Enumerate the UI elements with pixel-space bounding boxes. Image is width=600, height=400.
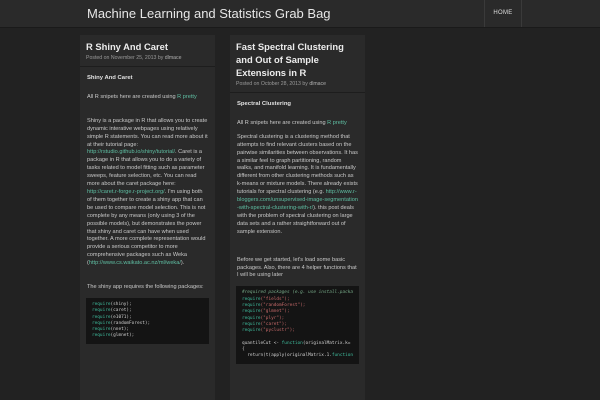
post-body: Shiny And Caret All R snipets here are c… <box>80 67 215 344</box>
top-navbar: Machine Learning and Statistics Grab Bag… <box>0 0 600 28</box>
post-meta: Posted on October 28, 2013 by dlmace <box>236 81 327 87</box>
r-pretty-link[interactable]: R pretty <box>327 120 347 126</box>
packages-paragraph: The shiny app requires the following pac… <box>87 284 204 291</box>
post-header: R Shiny And Caret Posted on November 25,… <box>80 35 215 67</box>
caret-link[interactable]: http://caret.r-forge.r-project.org/ <box>87 189 165 195</box>
r-pretty-link[interactable]: R pretty <box>177 94 197 100</box>
shiny-tutorial-link[interactable]: http://rstudio.github.io/shiny/tutorial/ <box>87 149 175 155</box>
post-header: Fast Spectral Clustering and Out of Samp… <box>230 35 365 93</box>
post-author[interactable]: dlmace <box>309 81 326 87</box>
intro-paragraph: All R snipets here are created using R p… <box>87 93 197 100</box>
section-heading: Shiny And Caret <box>87 75 133 81</box>
intro-paragraph: All R snipets here are created using R p… <box>237 119 347 126</box>
post-date[interactable]: November 25, 2013 <box>111 55 157 61</box>
post-title[interactable]: Fast Spectral Clustering and Out of Samp… <box>236 40 359 79</box>
weka-link[interactable]: http://www.cs.waikato.ac.nz/ml/weka/ <box>89 260 181 266</box>
post-card-shiny-caret: R Shiny And Caret Posted on November 25,… <box>80 35 215 400</box>
setup-paragraph: Before we get started, let's load some b… <box>237 256 357 279</box>
post-author[interactable]: dlmace <box>165 55 182 61</box>
post-meta: Posted on November 25, 2013 by dlmace <box>86 55 182 61</box>
post-date[interactable]: October 28, 2013 <box>261 81 301 87</box>
code-block: require(shiny); require(caret); require(e1… <box>86 297 209 344</box>
post-title[interactable]: R Shiny And Caret <box>86 40 209 53</box>
post-card-spectral-clustering: Fast Spectral Clustering and Out of Samp… <box>230 35 365 400</box>
code-block: #required packages (e.g. use install.pac… <box>236 286 359 364</box>
body-paragraph: Shiny is a package in R that allows you … <box>87 117 208 267</box>
site-title[interactable]: Machine Learning and Statistics Grab Bag <box>87 6 331 21</box>
nav-home-link[interactable]: HOME <box>484 0 522 27</box>
section-heading: Spectral Clustering <box>237 101 292 107</box>
post-body: Spectral Clustering All R snipets here a… <box>230 93 365 364</box>
body-paragraph: Spectral clustering is a clustering meth… <box>237 133 358 235</box>
